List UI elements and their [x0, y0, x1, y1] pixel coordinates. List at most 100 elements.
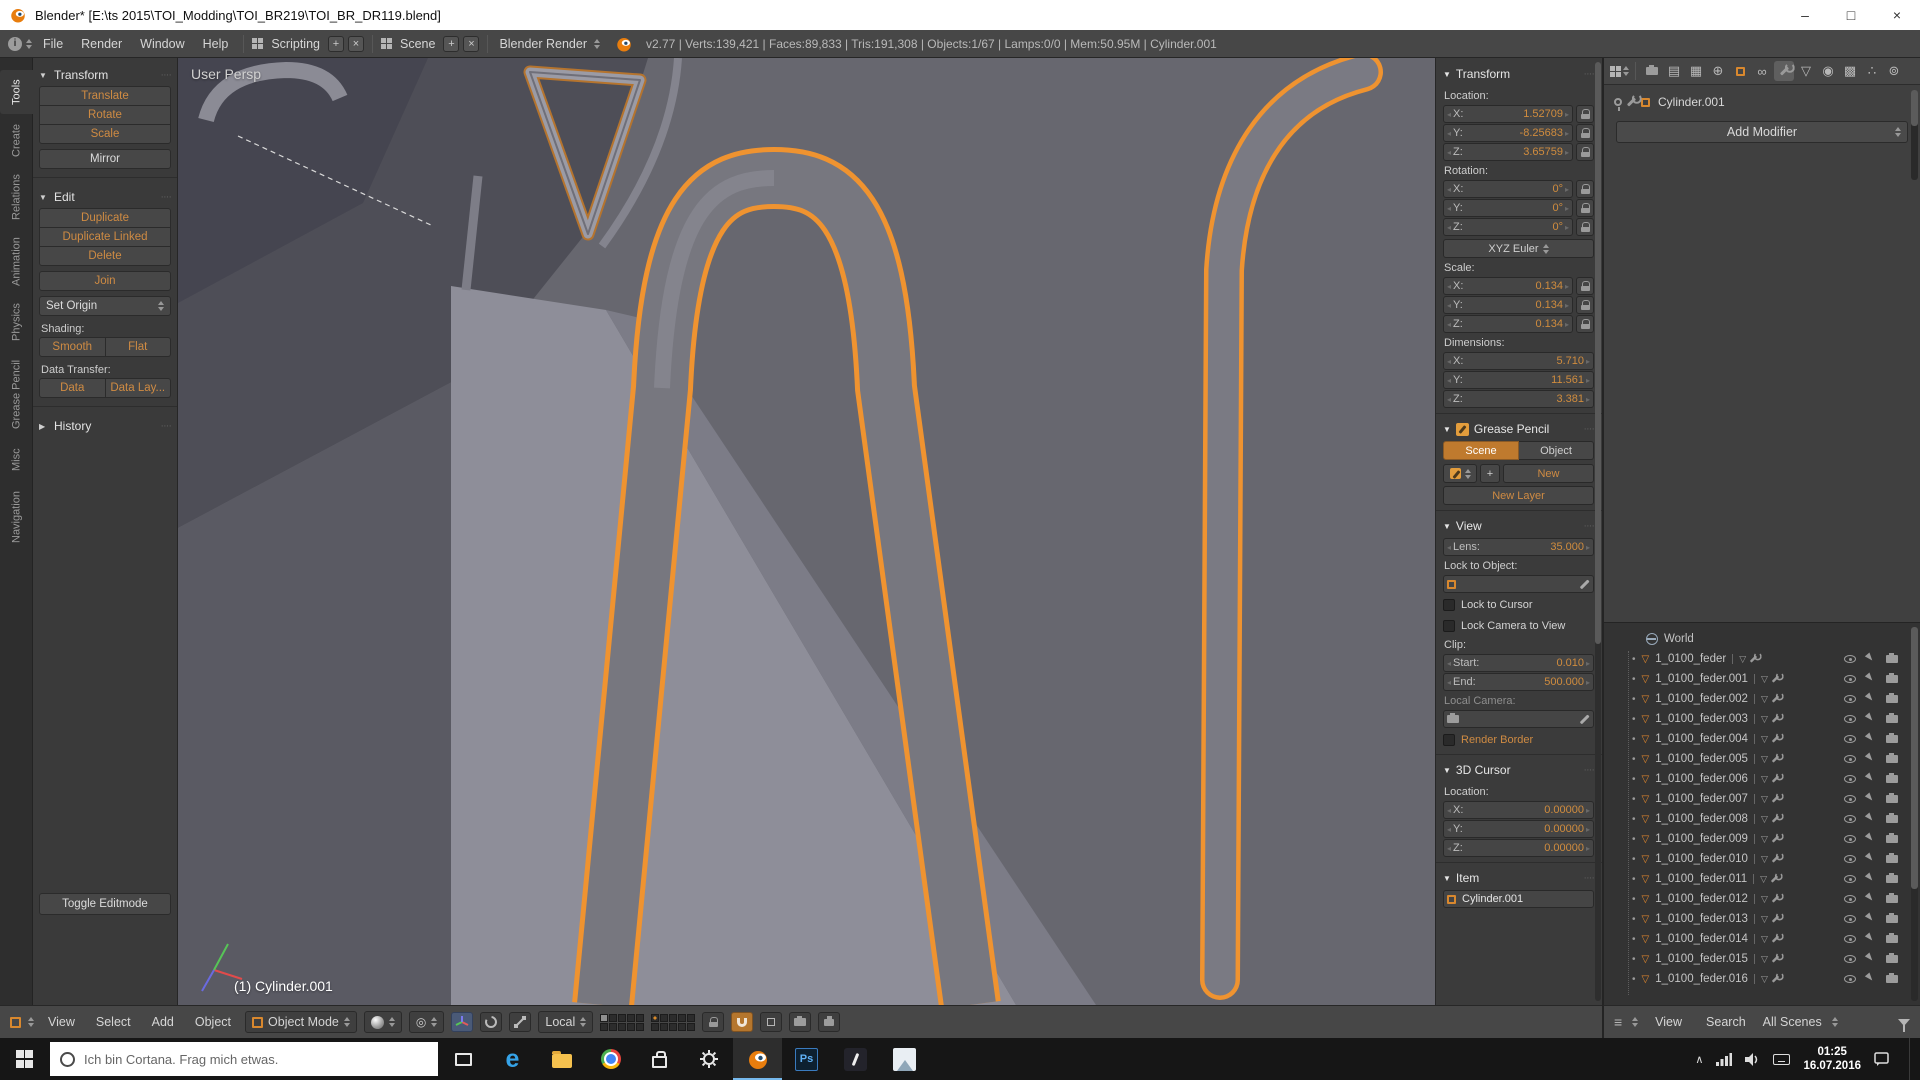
outliner-row[interactable]: •▽1_0100_feder.014▽ [1604, 929, 1920, 949]
selectability-cursor-icon[interactable] [1865, 792, 1877, 805]
collapse-arrow-icon[interactable]: ▼ [1443, 425, 1451, 434]
toolshelf-tab-grease-pencil[interactable]: Grease Pencil [0, 352, 33, 436]
selectability-cursor-icon[interactable] [1865, 892, 1877, 905]
selectability-cursor-icon[interactable] [1865, 772, 1877, 785]
photos-taskbar-button[interactable] [880, 1038, 929, 1080]
settings-taskbar-button[interactable] [684, 1038, 733, 1080]
cursor-x-field[interactable]: X:0.00000 [1443, 801, 1594, 819]
shade-flat-button[interactable]: Flat [106, 337, 172, 357]
visibility-eye-icon[interactable] [1844, 795, 1856, 803]
gp-source-object-button[interactable]: Object [1519, 441, 1594, 460]
visibility-eye-icon[interactable] [1844, 935, 1856, 943]
snap-toggle-button[interactable] [731, 1012, 753, 1032]
expand-dot-icon[interactable]: • [1632, 794, 1636, 805]
render-layers-tab[interactable]: ▤ [1664, 61, 1684, 81]
collapse-arrow-icon[interactable]: ▼ [1443, 874, 1451, 883]
expand-dot-icon[interactable]: • [1632, 694, 1636, 705]
menu-view[interactable]: View [1648, 1015, 1689, 1029]
close-button[interactable]: × [1874, 0, 1920, 30]
cursor-z-field[interactable]: Z:0.00000 [1443, 839, 1594, 857]
menu-render[interactable]: Render [74, 37, 129, 51]
renderability-camera-icon[interactable] [1886, 655, 1898, 663]
outliner-item-label[interactable]: World [1664, 633, 1694, 645]
toolshelf-tab-navigation[interactable]: Navigation [0, 484, 33, 550]
file-explorer-taskbar-button[interactable] [537, 1038, 586, 1080]
lock-location-z-button[interactable] [1576, 143, 1594, 161]
scale-z-field[interactable]: Z:0.134 [1443, 315, 1573, 333]
location-x-field[interactable]: X:1.52709 [1443, 105, 1573, 123]
outliner-row-world[interactable]: World [1604, 629, 1920, 649]
editor-type-dropdown-icon[interactable] [26, 39, 32, 49]
panel-grip[interactable]: ···· [1583, 520, 1594, 532]
delete-button[interactable]: Delete [39, 246, 171, 266]
gp-draw-tool-button[interactable] [1443, 464, 1477, 483]
visibility-eye-icon[interactable] [1844, 655, 1856, 663]
rotation-x-field[interactable]: X:0° [1443, 180, 1573, 198]
lens-field[interactable]: Lens:35.000 [1443, 538, 1594, 556]
search-input[interactable] [84, 1052, 384, 1067]
scale-button[interactable]: Scale [39, 124, 171, 144]
selectability-cursor-icon[interactable] [1865, 692, 1877, 705]
manipulator-scale-button[interactable] [509, 1012, 531, 1032]
rotate-button[interactable]: Rotate [39, 105, 171, 125]
eyedropper-icon[interactable] [1580, 579, 1590, 589]
lock-location-y-button[interactable] [1576, 124, 1594, 142]
selectability-cursor-icon[interactable] [1865, 932, 1877, 945]
gp-new-button[interactable]: New [1503, 464, 1594, 483]
collapse-arrow-icon[interactable]: ▼ [1443, 522, 1451, 531]
outliner-row[interactable]: •▽1_0100_feder.011▽ [1604, 869, 1920, 889]
visibility-eye-icon[interactable] [1844, 755, 1856, 763]
minimize-button[interactable]: – [1782, 0, 1828, 30]
visibility-eye-icon[interactable] [1844, 915, 1856, 923]
blender-taskbar-button[interactable] [733, 1038, 782, 1080]
expand-dot-icon[interactable]: • [1632, 674, 1636, 685]
lock-rotation-z-button[interactable] [1576, 218, 1594, 236]
start-button[interactable] [0, 1038, 49, 1080]
expand-dot-icon[interactable]: • [1632, 914, 1636, 925]
lock-scale-x-button[interactable] [1576, 277, 1594, 295]
texture-tab[interactable]: ▩ [1840, 61, 1860, 81]
renderability-camera-icon[interactable] [1886, 975, 1898, 983]
collapse-arrow-icon[interactable]: ▼ [39, 71, 49, 80]
add-modifier-dropdown[interactable]: Add Modifier [1616, 121, 1908, 143]
renderability-camera-icon[interactable] [1886, 895, 1898, 903]
outliner-row[interactable]: •▽1_0100_feder.002▽ [1604, 689, 1920, 709]
expand-dot-icon[interactable]: • [1632, 894, 1636, 905]
particles-tab[interactable]: ∴ [1862, 61, 1882, 81]
toolshelf-tab-physics[interactable]: Physics [0, 298, 33, 346]
renderability-camera-icon[interactable] [1886, 915, 1898, 923]
expand-dot-icon[interactable]: • [1632, 654, 1636, 665]
cursor-y-field[interactable]: Y:0.00000 [1443, 820, 1594, 838]
outliner-row[interactable]: •▽1_0100_feder.010▽ [1604, 849, 1920, 869]
outliner-item-label[interactable]: 1_0100_feder.013 [1655, 913, 1748, 925]
tray-chevron-up-icon[interactable]: ∧ [1695, 1053, 1703, 1066]
physics-tab[interactable]: ⊚ [1884, 61, 1904, 81]
data-layout-transfer-button[interactable]: Data Lay... [106, 378, 172, 398]
panel-header-transform[interactable]: ▼ Transform ···· [39, 64, 171, 86]
selectability-cursor-icon[interactable] [1865, 672, 1877, 685]
outliner-row[interactable]: •▽1_0100_feder.013▽ [1604, 909, 1920, 929]
lock-rotation-x-button[interactable] [1576, 180, 1594, 198]
renderability-camera-icon[interactable] [1886, 955, 1898, 963]
outliner-row[interactable]: •▽1_0100_feder.012▽ [1604, 889, 1920, 909]
item-name-field[interactable]: Cylinder.001 [1443, 890, 1594, 908]
constraints-tab[interactable]: ∞ [1752, 61, 1772, 81]
transform-orientation-dropdown[interactable]: Local [538, 1011, 593, 1033]
editor-type-dropdown-icon[interactable] [1632, 1017, 1638, 1027]
visibility-eye-icon[interactable] [1844, 715, 1856, 723]
local-camera-field[interactable] [1443, 710, 1594, 728]
checkbox[interactable] [1443, 599, 1455, 611]
outliner-row[interactable]: •▽1_0100_feder.003▽ [1604, 709, 1920, 729]
outliner-item-label[interactable]: 1_0100_feder.014 [1655, 933, 1748, 945]
clip-start-field[interactable]: Start:0.010 [1443, 654, 1594, 672]
outliner-item-label[interactable]: 1_0100_feder.008 [1655, 813, 1748, 825]
selectability-cursor-icon[interactable] [1865, 872, 1877, 885]
toolshelf-tab-relations[interactable]: Relations [0, 168, 33, 226]
rotation-y-field[interactable]: Y:0° [1443, 199, 1573, 217]
panel-grip[interactable]: ···· [160, 420, 171, 432]
panel-header-item[interactable]: ▼ Item ···· [1443, 866, 1594, 890]
outliner-item-label[interactable]: 1_0100_feder.012 [1655, 893, 1748, 905]
selectability-cursor-icon[interactable] [1865, 752, 1877, 765]
duplicate-button[interactable]: Duplicate [39, 208, 171, 228]
toolshelf-tab-create[interactable]: Create [0, 118, 33, 162]
